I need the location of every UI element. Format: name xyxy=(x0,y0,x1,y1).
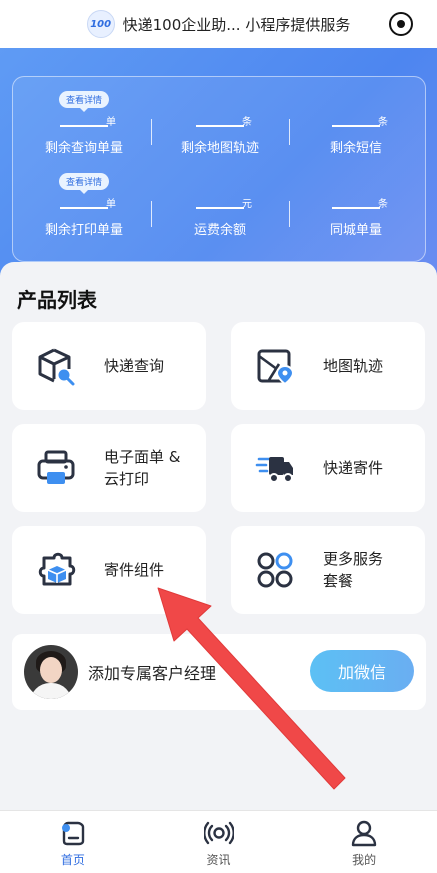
stat-value-placeholder: 条 xyxy=(196,117,252,128)
card-label-line2: 套餐 xyxy=(323,572,354,590)
tab-label: 我的 xyxy=(352,853,377,867)
stat-label: 剩余短信 xyxy=(329,140,382,156)
product-card-express-query[interactable]: 快递查询 xyxy=(12,322,206,410)
card-label: 更多服务 xyxy=(323,550,384,568)
card-label: 快递查询 xyxy=(104,357,165,375)
grid-more-icon xyxy=(257,552,293,588)
stat-label: 运费余额 xyxy=(193,222,246,238)
add-wechat-button[interactable]: 加微信 xyxy=(310,650,414,692)
product-card-shipping-component[interactable]: 寄件组件 xyxy=(12,526,206,614)
manager-text: 添加专属客户经理 xyxy=(88,664,217,683)
tab-label: 首页 xyxy=(60,853,85,867)
manager-avatar xyxy=(24,645,78,699)
view-details-badge[interactable]: 查看详情 xyxy=(58,91,110,112)
kuaidi100-logo: 100 xyxy=(86,10,115,38)
home-icon xyxy=(61,821,85,846)
stat-freight-balance[interactable]: 元 运费余额 xyxy=(151,199,289,238)
mini-program-header: 100 快递100企业助... 小程序提供服务 xyxy=(0,0,437,48)
card-label: 电子面单 & xyxy=(104,448,181,466)
stat-value-placeholder: 单 xyxy=(60,199,116,210)
stat-unit: 条 xyxy=(242,117,252,128)
card-label-line2: 云打印 xyxy=(104,470,150,488)
delivery-truck-icon xyxy=(255,457,293,483)
stat-unit: 条 xyxy=(378,117,388,128)
card-label: 快递寄件 xyxy=(323,459,384,477)
stat-same-city-orders[interactable]: 条 同城单量 xyxy=(287,199,425,238)
stat-value-placeholder: 单 xyxy=(60,117,116,128)
product-card-map-track[interactable]: 地图轨迹 xyxy=(231,322,425,410)
broadcast-icon xyxy=(203,821,234,845)
stat-value-placeholder: 条 xyxy=(332,199,388,210)
tab-news[interactable]: 资讯 xyxy=(146,811,292,873)
printer-icon xyxy=(37,450,75,484)
tab-home[interactable]: 首页 xyxy=(0,811,146,873)
map-pin-icon xyxy=(257,349,295,386)
stat-label: 剩余打印单量 xyxy=(44,222,123,238)
product-card-e-waybill-cloud-print[interactable]: 电子面单 & 云打印 xyxy=(12,424,206,512)
stat-map-track-remaining[interactable]: 条 剩余地图轨迹 xyxy=(151,117,289,156)
stat-label: 同城单量 xyxy=(329,222,382,238)
stat-query-remaining[interactable]: 查看详情 单 剩余查询单量 xyxy=(15,91,153,156)
stat-unit: 条 xyxy=(378,199,388,210)
package-search-icon xyxy=(38,348,75,386)
stat-sms-remaining[interactable]: 条 剩余短信 xyxy=(287,117,425,156)
tab-label: 资讯 xyxy=(206,853,231,867)
stat-label: 剩余查询单量 xyxy=(44,140,123,156)
user-icon xyxy=(351,820,377,847)
view-details-badge[interactable]: 查看详情 xyxy=(58,173,110,194)
stat-unit: 单 xyxy=(106,199,116,210)
section-title: 产品列表 xyxy=(17,288,97,312)
card-label: 地图轨迹 xyxy=(323,357,384,375)
product-card-express-send[interactable]: 快递寄件 xyxy=(231,424,425,512)
bottom-tab-bar: 首页 资讯 我的 xyxy=(0,810,437,873)
puzzle-box-icon xyxy=(38,552,76,586)
stat-unit: 元 xyxy=(242,199,252,210)
product-panel: 产品列表 快递查询 地图轨迹 电子面单 & 云打印 快递寄件 寄件组件 更多服务… xyxy=(0,262,437,810)
product-card-more-services[interactable]: 更多服务 套餐 xyxy=(231,526,425,614)
stat-value-placeholder: 条 xyxy=(332,117,388,128)
header-title: 快递100企业助... 小程序提供服务 xyxy=(122,15,351,34)
tab-profile[interactable]: 我的 xyxy=(291,811,437,873)
stat-print-remaining[interactable]: 查看详情 单 剩余打印单量 xyxy=(15,173,153,238)
stat-label: 剩余地图轨迹 xyxy=(180,140,259,156)
account-stats-panel: 查看详情 单 剩余查询单量 条 剩余地图轨迹 条 剩余短信 查看详情 单 剩余打… xyxy=(12,76,426,262)
stat-value-placeholder: 元 xyxy=(196,199,252,210)
card-label: 寄件组件 xyxy=(104,561,165,579)
stat-unit: 单 xyxy=(106,117,116,128)
account-manager-card: 添加专属客户经理 加微信 xyxy=(12,634,426,710)
capsule-close-icon[interactable] xyxy=(389,12,413,36)
